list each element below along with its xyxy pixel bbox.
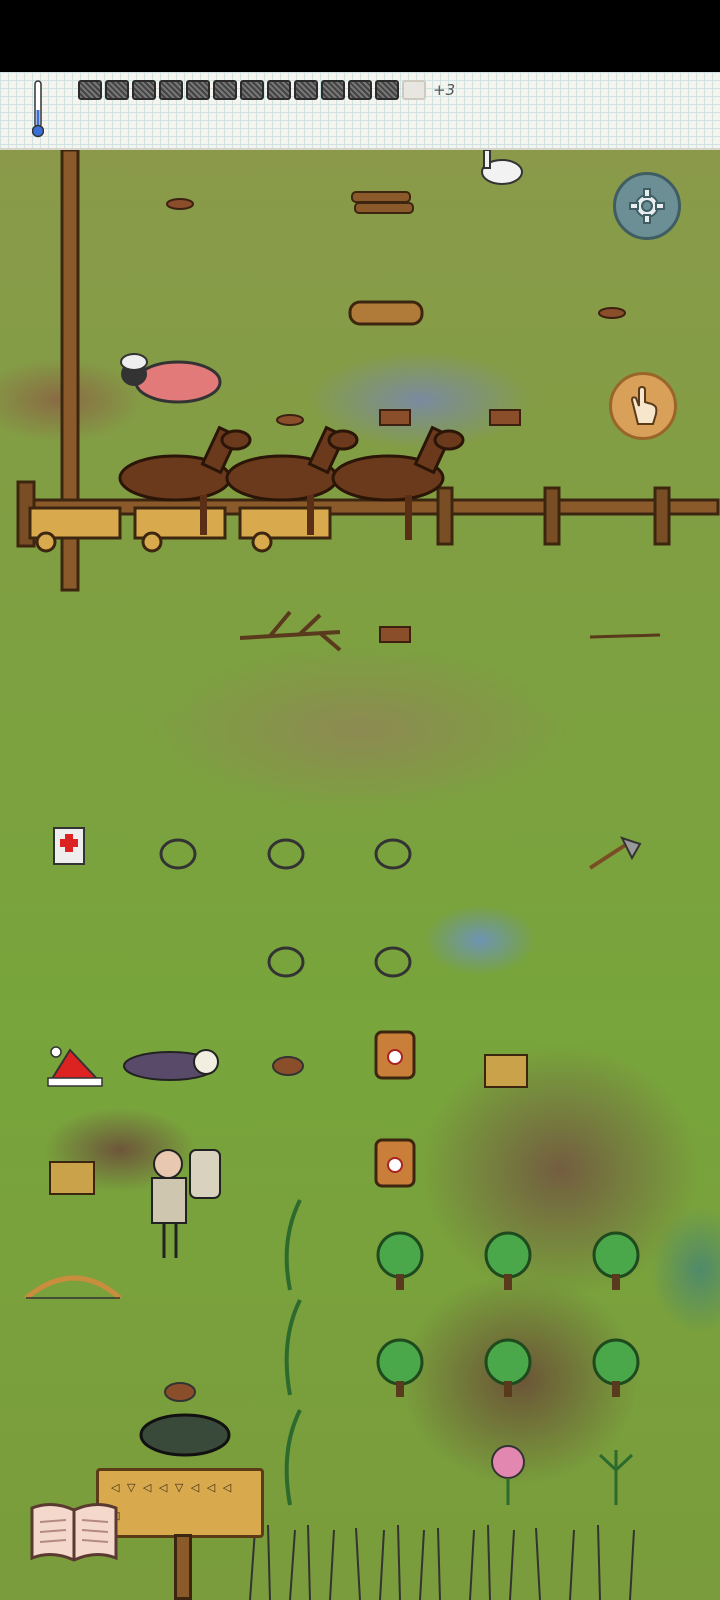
- bowl-of-berries[interactable]: [164, 1382, 196, 1402]
- branch[interactable]: [239, 610, 342, 652]
- well[interactable]: [139, 1413, 231, 1457]
- extra-food-count: +3: [433, 81, 456, 99]
- settings-button[interactable]: [613, 172, 681, 240]
- food-pip-filled: [240, 80, 264, 100]
- gooseberry-bushes[interactable]: [376, 1231, 640, 1386]
- wheat-field[interactable]: [249, 1524, 635, 1600]
- food-pip-filled: [105, 80, 129, 100]
- adobe-bricks[interactable]: [166, 198, 626, 643]
- log[interactable]: [348, 300, 424, 326]
- food-pip-filled: [132, 80, 156, 100]
- first-aid-kit[interactable]: [53, 827, 85, 865]
- axe[interactable]: [588, 836, 642, 870]
- food-pip-filled: [321, 80, 345, 100]
- food-pip-filled: [348, 80, 372, 100]
- gear-icon: [629, 188, 665, 224]
- player-character[interactable]: [151, 1149, 221, 1258]
- goose[interactable]: [481, 150, 523, 185]
- sign-markings: ◁ ▽ ◁ ◁ ▽ ◁ ◁ ◁: [111, 1481, 234, 1494]
- santa-hat[interactable]: [47, 1046, 103, 1087]
- tech-tree-sign[interactable]: ◁ ▽ ◁ ◁ ▽ ◁ ◁ ◁ ◁: [96, 1468, 264, 1538]
- food-pip-filled: [267, 80, 291, 100]
- hand-icon: [630, 386, 658, 425]
- game-world[interactable]: ◁ ▽ ◁ ◁ ▽ ◁ ◁ ◁ ◁: [0, 150, 720, 1600]
- arrow[interactable]: [589, 633, 661, 639]
- log-pile[interactable]: [351, 191, 414, 214]
- bow[interactable]: [24, 1275, 122, 1300]
- book-icon[interactable]: [28, 1500, 120, 1562]
- food-pip-filled: [213, 80, 237, 100]
- food-pip-filled: [78, 80, 102, 100]
- sheep[interactable]: [120, 353, 222, 404]
- food-pip-empty: [402, 80, 426, 100]
- rope-coils[interactable]: [159, 838, 412, 978]
- thermometer-icon: [32, 80, 44, 138]
- system-status-bar: [0, 0, 720, 72]
- rose-bush[interactable]: [491, 1445, 525, 1505]
- food-meter: +3: [78, 80, 455, 100]
- crock[interactable]: [374, 1030, 416, 1080]
- skeleton-remains[interactable]: [123, 1049, 219, 1081]
- food-pip-filled: [294, 80, 318, 100]
- bean-plants[interactable]: [284, 1199, 302, 1506]
- food-pip-filled: [375, 80, 399, 100]
- world-canvas: [16, 150, 720, 1600]
- sign-post: [174, 1534, 192, 1600]
- food-pip-filled: [186, 80, 210, 100]
- young-plant[interactable]: [598, 1450, 634, 1505]
- food-pip-filled: [159, 80, 183, 100]
- interact-hand-button[interactable]: [609, 372, 677, 440]
- crock[interactable]: [374, 1138, 416, 1188]
- bowl[interactable]: [272, 1056, 304, 1076]
